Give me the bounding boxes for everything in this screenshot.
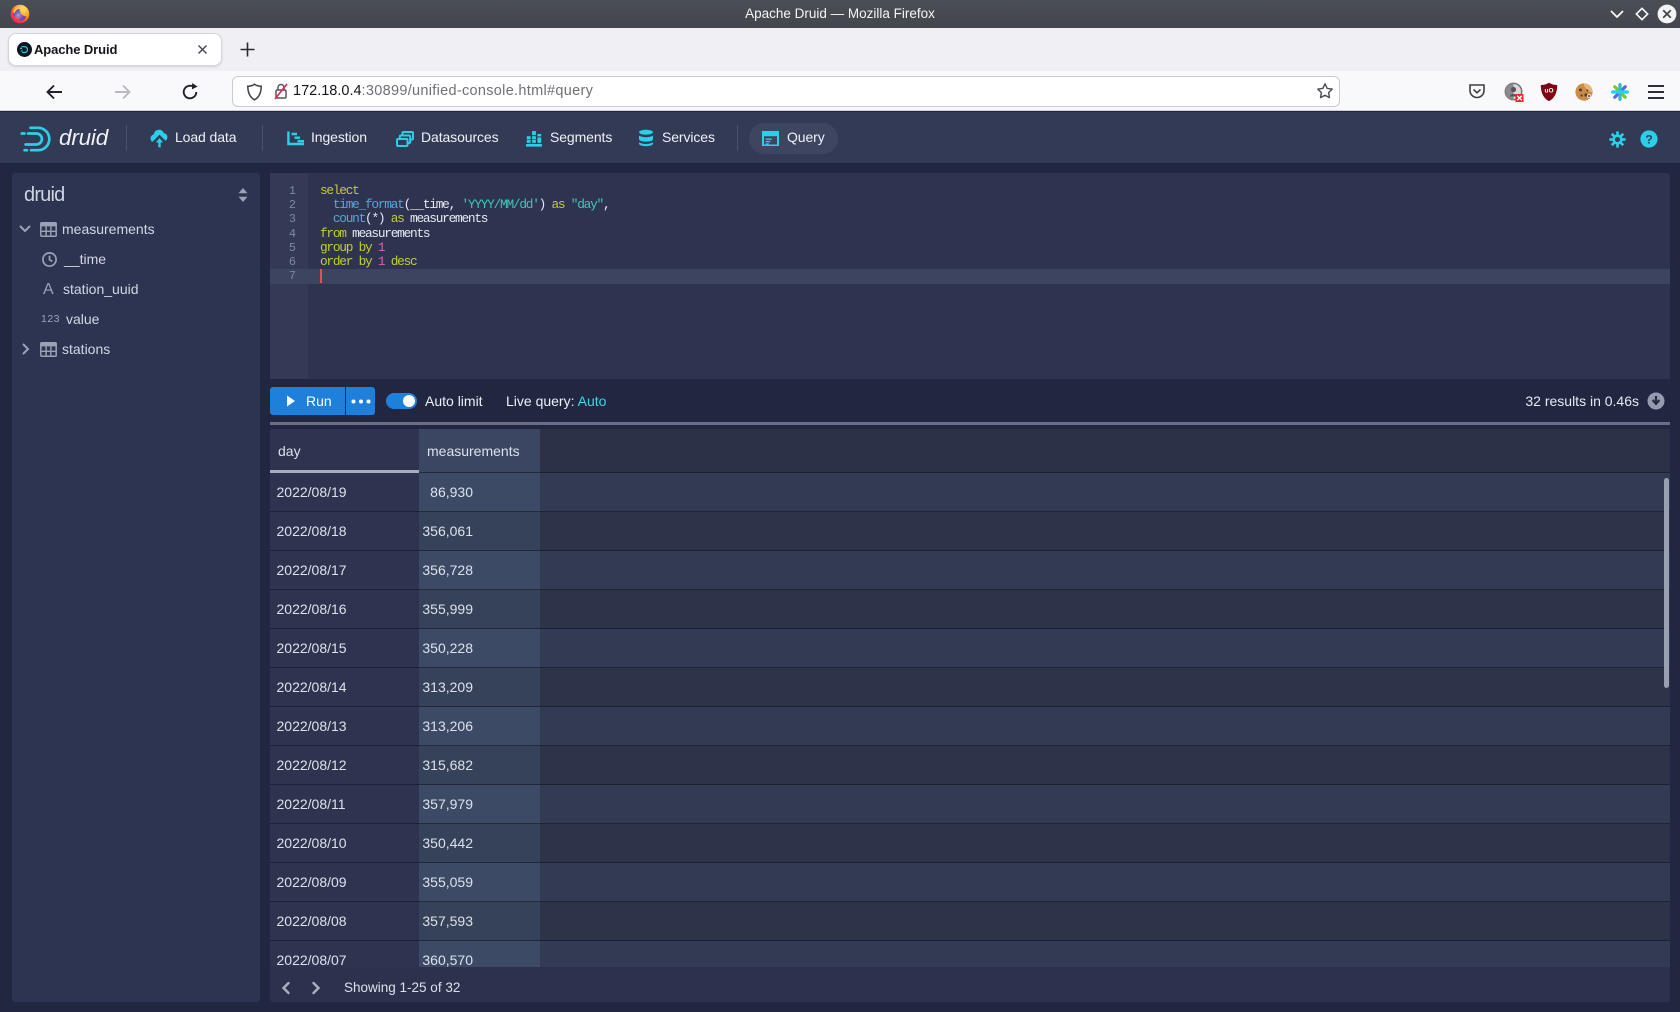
svg-text:uO: uO <box>1544 88 1553 95</box>
svg-text:?: ? <box>1645 132 1652 146</box>
